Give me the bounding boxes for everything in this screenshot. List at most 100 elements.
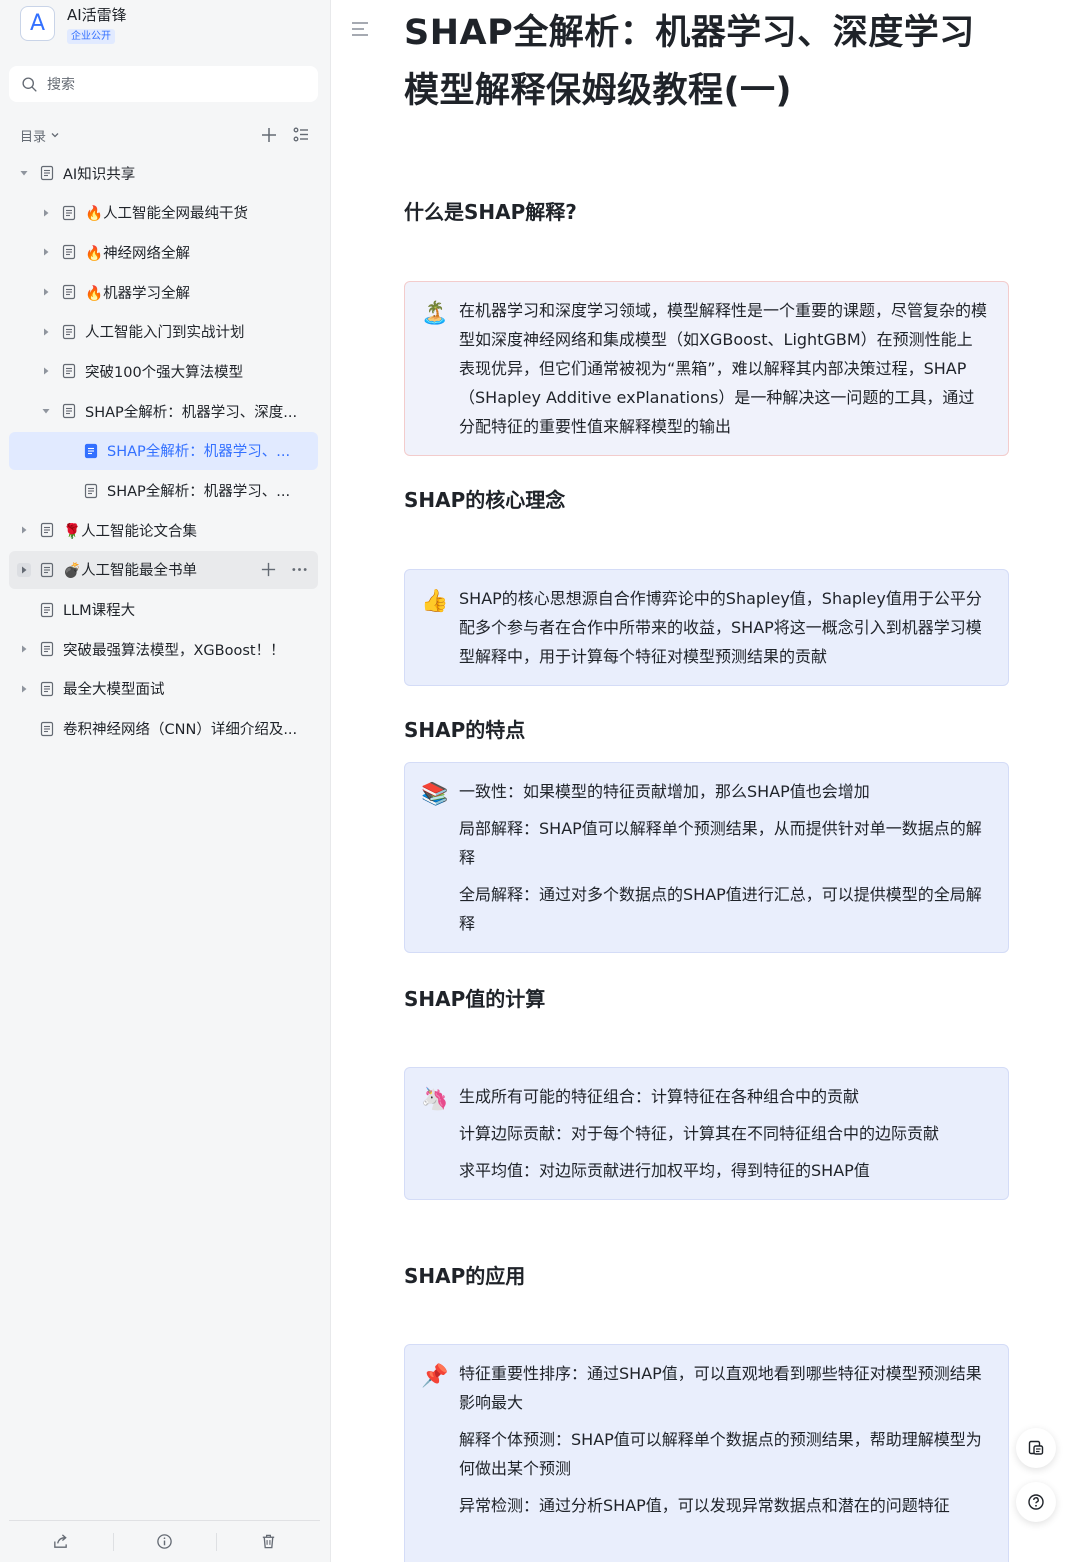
outline-list-icon[interactable] — [292, 126, 310, 144]
tree-item[interactable]: SHAP全解析：机器学习、深度... — [9, 392, 318, 430]
document-icon — [62, 364, 76, 379]
add-icon[interactable] — [260, 126, 278, 144]
add-child-icon[interactable] — [260, 561, 277, 578]
fire-emoji-icon: 🔥 — [85, 245, 104, 262]
search-input[interactable]: 搜索 — [9, 66, 318, 102]
tree-item[interactable]: AI知识共享 — [9, 154, 318, 192]
help-button[interactable] — [1016, 1482, 1056, 1522]
space-header[interactable]: A AI活雷锋 企业公开 — [20, 6, 127, 46]
caret-collapsed-icon[interactable] — [17, 562, 31, 577]
bomb-emoji-icon: 💣 — [63, 563, 82, 580]
fire-emoji-icon: 🔥 — [85, 206, 104, 223]
callout-text: 特征重要性排序：通过SHAP值，可以直观地看到哪些特征对模型预测结果影响最大 — [459, 1364, 982, 1412]
page-title[interactable]: SHAP全解析：机器学习、深度学习模型解释保姆级教程(一) — [404, 4, 1010, 120]
sidebar: A AI活雷锋 企业公开 搜索 目录 AI知识共享 🔥人工智能全网最纯干货 🔥神… — [0, 0, 331, 1562]
section-heading[interactable]: 什么是SHAP解释? — [404, 196, 577, 225]
caret-collapsed-icon[interactable] — [17, 642, 31, 656]
sidebar-footer — [9, 1520, 320, 1562]
chevron-down-icon[interactable] — [50, 130, 60, 140]
callout-text: 全局解释：通过对多个数据点的SHAP值进行汇总，可以提供模型的全局解释 — [459, 885, 982, 933]
caret-expanded-icon[interactable] — [17, 166, 31, 180]
tree-item[interactable]: 🔥神经网络全解 — [9, 233, 318, 271]
tree-item[interactable]: 🔥人工智能全网最纯干货 — [9, 194, 318, 232]
section-heading[interactable]: SHAP的特点 — [404, 714, 525, 743]
caret-collapsed-icon[interactable] — [39, 325, 53, 339]
rose-emoji-icon: 🌹 — [63, 523, 82, 540]
tree-item[interactable]: 突破100个强大算法模型 — [9, 352, 318, 390]
document-icon — [40, 523, 54, 538]
document-icon — [62, 205, 76, 220]
comment-button[interactable] — [1016, 1428, 1056, 1468]
document-icon — [40, 642, 54, 657]
caret-collapsed-icon[interactable] — [17, 682, 31, 696]
more-icon[interactable] — [291, 561, 308, 578]
document-icon — [62, 245, 76, 260]
tree-item-label: 最全大模型面试 — [63, 682, 165, 699]
tree-item[interactable]: 🌹人工智能论文合集 — [9, 511, 318, 549]
tree-item[interactable]: 人工智能入门到实战计划 — [9, 313, 318, 351]
tree-item-label: SHAP全解析：机器学习、... — [107, 444, 291, 461]
callout-text: 在机器学习和深度学习领域，模型解释性是一个重要的课题，尽管复杂的模型如深度神经网… — [459, 301, 988, 436]
document-icon — [40, 721, 54, 736]
tree-item-label: 人工智能最全书单 — [81, 563, 198, 580]
space-badge: 企业公开 — [67, 29, 115, 44]
section-heading[interactable]: SHAP值的计算 — [404, 983, 545, 1012]
toc-actions — [260, 126, 310, 144]
tree-item-label: 突破100个强大算法模型 — [85, 364, 244, 381]
callout-block[interactable]: 👍 SHAP的核心思想源自合作博弈论中的Shapley值，Shapley值用于公… — [404, 569, 1009, 686]
section-heading[interactable]: SHAP的核心理念 — [404, 484, 565, 513]
tree-item[interactable]: 最全大模型面试 — [9, 670, 318, 708]
share-button[interactable] — [9, 1521, 113, 1562]
space-name: AI活雷锋 — [67, 6, 127, 24]
document-icon — [84, 443, 98, 458]
document-icon — [40, 681, 54, 697]
tree-item-label: 人工智能全网最纯干货 — [103, 206, 249, 223]
info-icon — [157, 1534, 172, 1549]
document-icon — [62, 324, 76, 339]
caret-expanded-icon[interactable] — [39, 404, 53, 418]
row-actions — [260, 551, 308, 589]
fire-emoji-icon: 🔥 — [85, 285, 104, 302]
section-heading[interactable]: SHAP的应用 — [404, 1260, 525, 1289]
callout-text: 求平均值：对边际贡献进行加权平均，得到特征的SHAP值 — [459, 1161, 870, 1180]
tree-item[interactable]: 突破最强算法模型，XGBoost！！ — [9, 630, 318, 668]
tree-item[interactable]: LLM课程大 — [9, 591, 318, 629]
tree-item-label: SHAP全解析：机器学习、... — [107, 484, 291, 500]
trash-button[interactable] — [216, 1521, 320, 1562]
caret-collapsed-icon[interactable] — [39, 364, 53, 378]
callout-text: SHAP的核心思想源自合作博弈论中的Shapley值，Shapley值用于公平分… — [459, 589, 982, 666]
callout-block[interactable]: 🦄 生成所有可能的特征组合：计算特征在各种组合中的贡献 计算边际贡献：对于每个特… — [404, 1067, 1009, 1200]
callout-text: 解释个体预测：SHAP值可以解释单个数据点的预测结果，帮助理解模型为何做出某个预… — [459, 1430, 982, 1478]
document-icon — [62, 284, 76, 300]
tree-item-label: 机器学习全解 — [103, 285, 191, 302]
callout-block[interactable]: 🏝️ 在机器学习和深度学习领域，模型解释性是一个重要的课题，尽管复杂的模型如深度… — [404, 281, 1009, 456]
callout-block[interactable]: 📚 一致性：如果模型的特征贡献增加，那么SHAP值也会增加 局部解释：SHAP值… — [404, 762, 1009, 953]
tree-item[interactable]: 卷积神经网络（CNN）详细介绍及... — [9, 710, 318, 748]
callout-text: 生成所有可能的特征组合：计算特征在各种组合中的贡献 — [459, 1087, 860, 1106]
callout-block[interactable]: 📌 特征重要性排序：通过SHAP值，可以直观地看到哪些特征对模型预测结果影响最大… — [404, 1344, 1009, 1562]
trash-icon — [262, 1534, 274, 1549]
caret-collapsed-icon[interactable] — [17, 523, 31, 537]
tree-item[interactable]: 🔥机器学习全解 — [9, 273, 318, 311]
toc-header: 目录 — [20, 124, 310, 146]
tree-item[interactable]: SHAP全解析：机器学习、... — [9, 472, 318, 510]
tree-item-label: 人工智能入门到实战计划 — [85, 325, 245, 342]
caret-collapsed-icon[interactable] — [39, 206, 53, 220]
tree-item-hovered[interactable]: 💣人工智能最全书单 — [9, 550, 318, 589]
search-placeholder: 搜索 — [47, 77, 75, 93]
outline-toggle-icon[interactable] — [350, 20, 370, 38]
info-button[interactable] — [112, 1521, 217, 1562]
doc-tree: AI知识共享 🔥人工智能全网最纯干货 🔥神经网络全解 🔥机器学习全解 人工智能入… — [9, 154, 318, 749]
caret-collapsed-icon[interactable] — [39, 245, 53, 259]
tree-item-active[interactable]: SHAP全解析：机器学习、... — [9, 431, 318, 470]
caret-collapsed-icon[interactable] — [39, 285, 53, 299]
books-emoji-icon: 📚 — [421, 782, 449, 807]
callout-text: 异常检测：通过分析SHAP值，可以发现异常数据点和潜在的问题特征 — [459, 1496, 950, 1515]
comment-icon — [1028, 1440, 1044, 1455]
space-info: AI活雷锋 企业公开 — [67, 6, 127, 44]
search-icon — [22, 76, 37, 92]
toc-label[interactable]: 目录 — [20, 126, 46, 145]
document-icon — [62, 404, 76, 419]
callout-text: 计算边际贡献：对于每个特征，计算其在不同特征组合中的边际贡献 — [459, 1124, 940, 1143]
unicorn-emoji-icon: 🦄 — [421, 1087, 449, 1112]
